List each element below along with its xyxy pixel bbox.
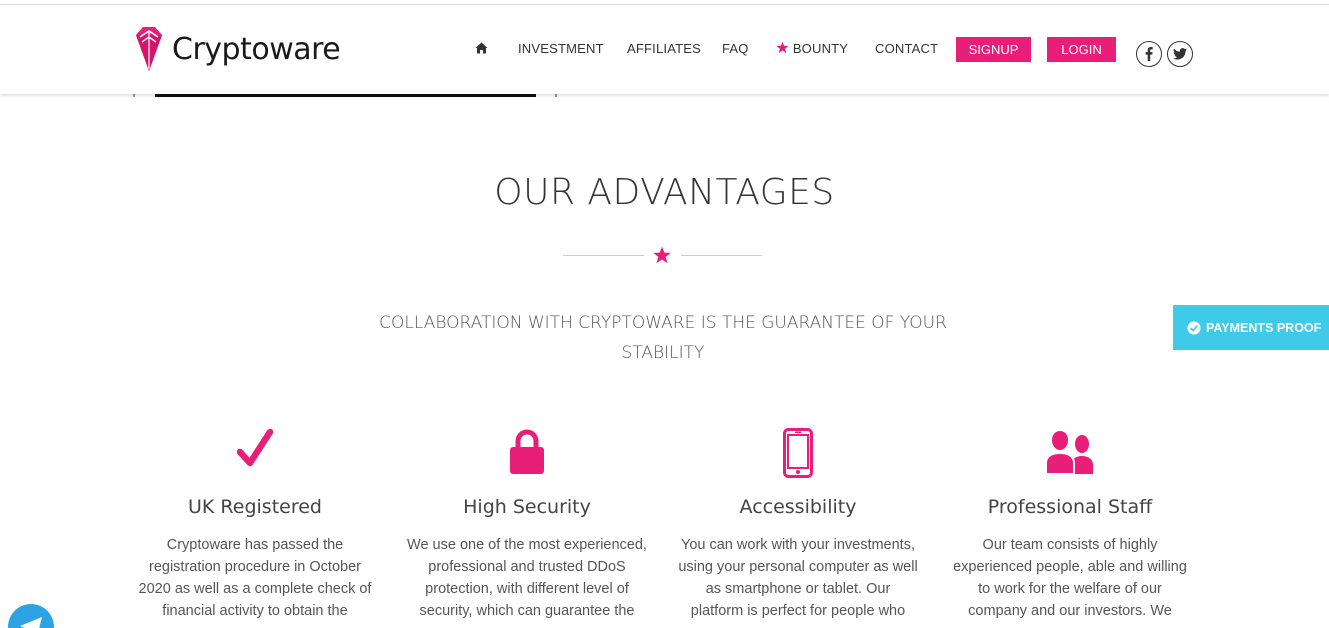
feature-description: We use one of the most experienced, prof… xyxy=(401,534,653,622)
divider-left xyxy=(563,255,644,256)
feature-description: Our team consists of highly experienced … xyxy=(944,534,1196,622)
twitter-icon xyxy=(1173,48,1187,60)
divider-right xyxy=(681,255,762,256)
subtitle-line: STABILITY xyxy=(621,343,705,363)
feature-uk-registered: UK Registered Cryptoware has passed the … xyxy=(129,428,381,622)
feature-title: UK Registered xyxy=(188,496,322,518)
desc-line: 2020 as well as a complete check of xyxy=(138,581,372,597)
feature-high-security: High Security We use one of the most exp… xyxy=(401,428,653,622)
advantages-title: OUR ADVANTAGES xyxy=(494,172,835,213)
subtitle-line: COLLABORATION WITH CRYPTOWARE IS THE GUA… xyxy=(379,313,947,333)
desc-line: We use one of the most experienced, xyxy=(407,537,647,553)
smartphone-icon xyxy=(783,428,813,478)
desc-line: You can work with your investments, xyxy=(681,537,915,553)
desc-line: as smartphone or tablet. Our xyxy=(705,581,891,597)
lock-icon xyxy=(510,429,544,474)
desc-line: Our team consists of highly xyxy=(982,537,1158,553)
nav-faq[interactable]: FAQ xyxy=(722,35,749,63)
desc-line: company and our investors. We xyxy=(968,603,1172,619)
desc-line: to work for the welfare of our xyxy=(978,581,1162,597)
feature-professional-staff: Professional Staff Our team consists of … xyxy=(944,428,1196,622)
star-icon xyxy=(653,246,671,264)
nav-home[interactable] xyxy=(475,35,488,63)
telegram-icon xyxy=(20,617,42,628)
desc-line: registration procedure in October xyxy=(149,559,361,575)
feature-description: Cryptoware has passed the registration p… xyxy=(129,534,381,622)
nav-investment[interactable]: INVESTMENT xyxy=(518,35,604,63)
brand-logo[interactable]: Cryptoware xyxy=(134,25,341,73)
desc-line: professional and trusted DDoS xyxy=(428,559,626,575)
nav-affiliates[interactable]: AFFILIATES xyxy=(627,35,701,63)
nav-bounty[interactable]: BOUNTY xyxy=(776,35,848,63)
advantages-subtitle: COLLABORATION WITH CRYPTOWARE IS THE GUA… xyxy=(364,308,962,368)
twitter-link[interactable] xyxy=(1167,41,1193,67)
feature-description: You can work with your investments, usin… xyxy=(672,534,924,622)
facebook-link[interactable] xyxy=(1136,41,1162,67)
nav-bounty-label: BOUNTY xyxy=(792,41,849,56)
home-icon xyxy=(475,42,488,54)
star-icon xyxy=(776,41,789,54)
navbar: Cryptoware INVESTMENT AFFILIATES FAQ BOU… xyxy=(0,5,1329,94)
checkmark-icon xyxy=(237,428,273,467)
feature-title: Accessibility xyxy=(739,496,857,518)
desc-line: security, which can guarantee the xyxy=(419,603,635,619)
feature-title: Professional Staff xyxy=(987,496,1153,518)
check-circle-icon xyxy=(1187,320,1201,335)
payments-proof-button[interactable]: PAYMENTS PROOF xyxy=(1173,305,1329,350)
telegram-button[interactable] xyxy=(8,604,54,628)
diamond-logo-icon xyxy=(136,27,162,71)
payments-proof-label: PAYMENTS PROOF xyxy=(1206,320,1322,335)
users-icon xyxy=(1045,428,1093,474)
desc-line: using your personal computer as well xyxy=(678,559,918,575)
facebook-icon xyxy=(1145,47,1153,61)
login-button[interactable]: LOGIN xyxy=(1047,37,1116,62)
desc-line: platform is perfect for people who xyxy=(690,603,906,619)
feature-title: High Security xyxy=(463,496,591,518)
signup-button[interactable]: SIGNUP xyxy=(956,37,1031,62)
brand-name: Cryptoware xyxy=(172,31,341,67)
desc-line: experienced people, able and willing xyxy=(953,559,1187,575)
desc-line: Cryptoware has passed the xyxy=(166,537,344,553)
desc-line: protection, with different level of xyxy=(425,581,629,597)
nav-contact[interactable]: CONTACT xyxy=(875,35,938,63)
desc-line: financial activity to obtain the xyxy=(162,603,348,619)
feature-accessibility: Accessibility You can work with your inv… xyxy=(672,428,924,622)
